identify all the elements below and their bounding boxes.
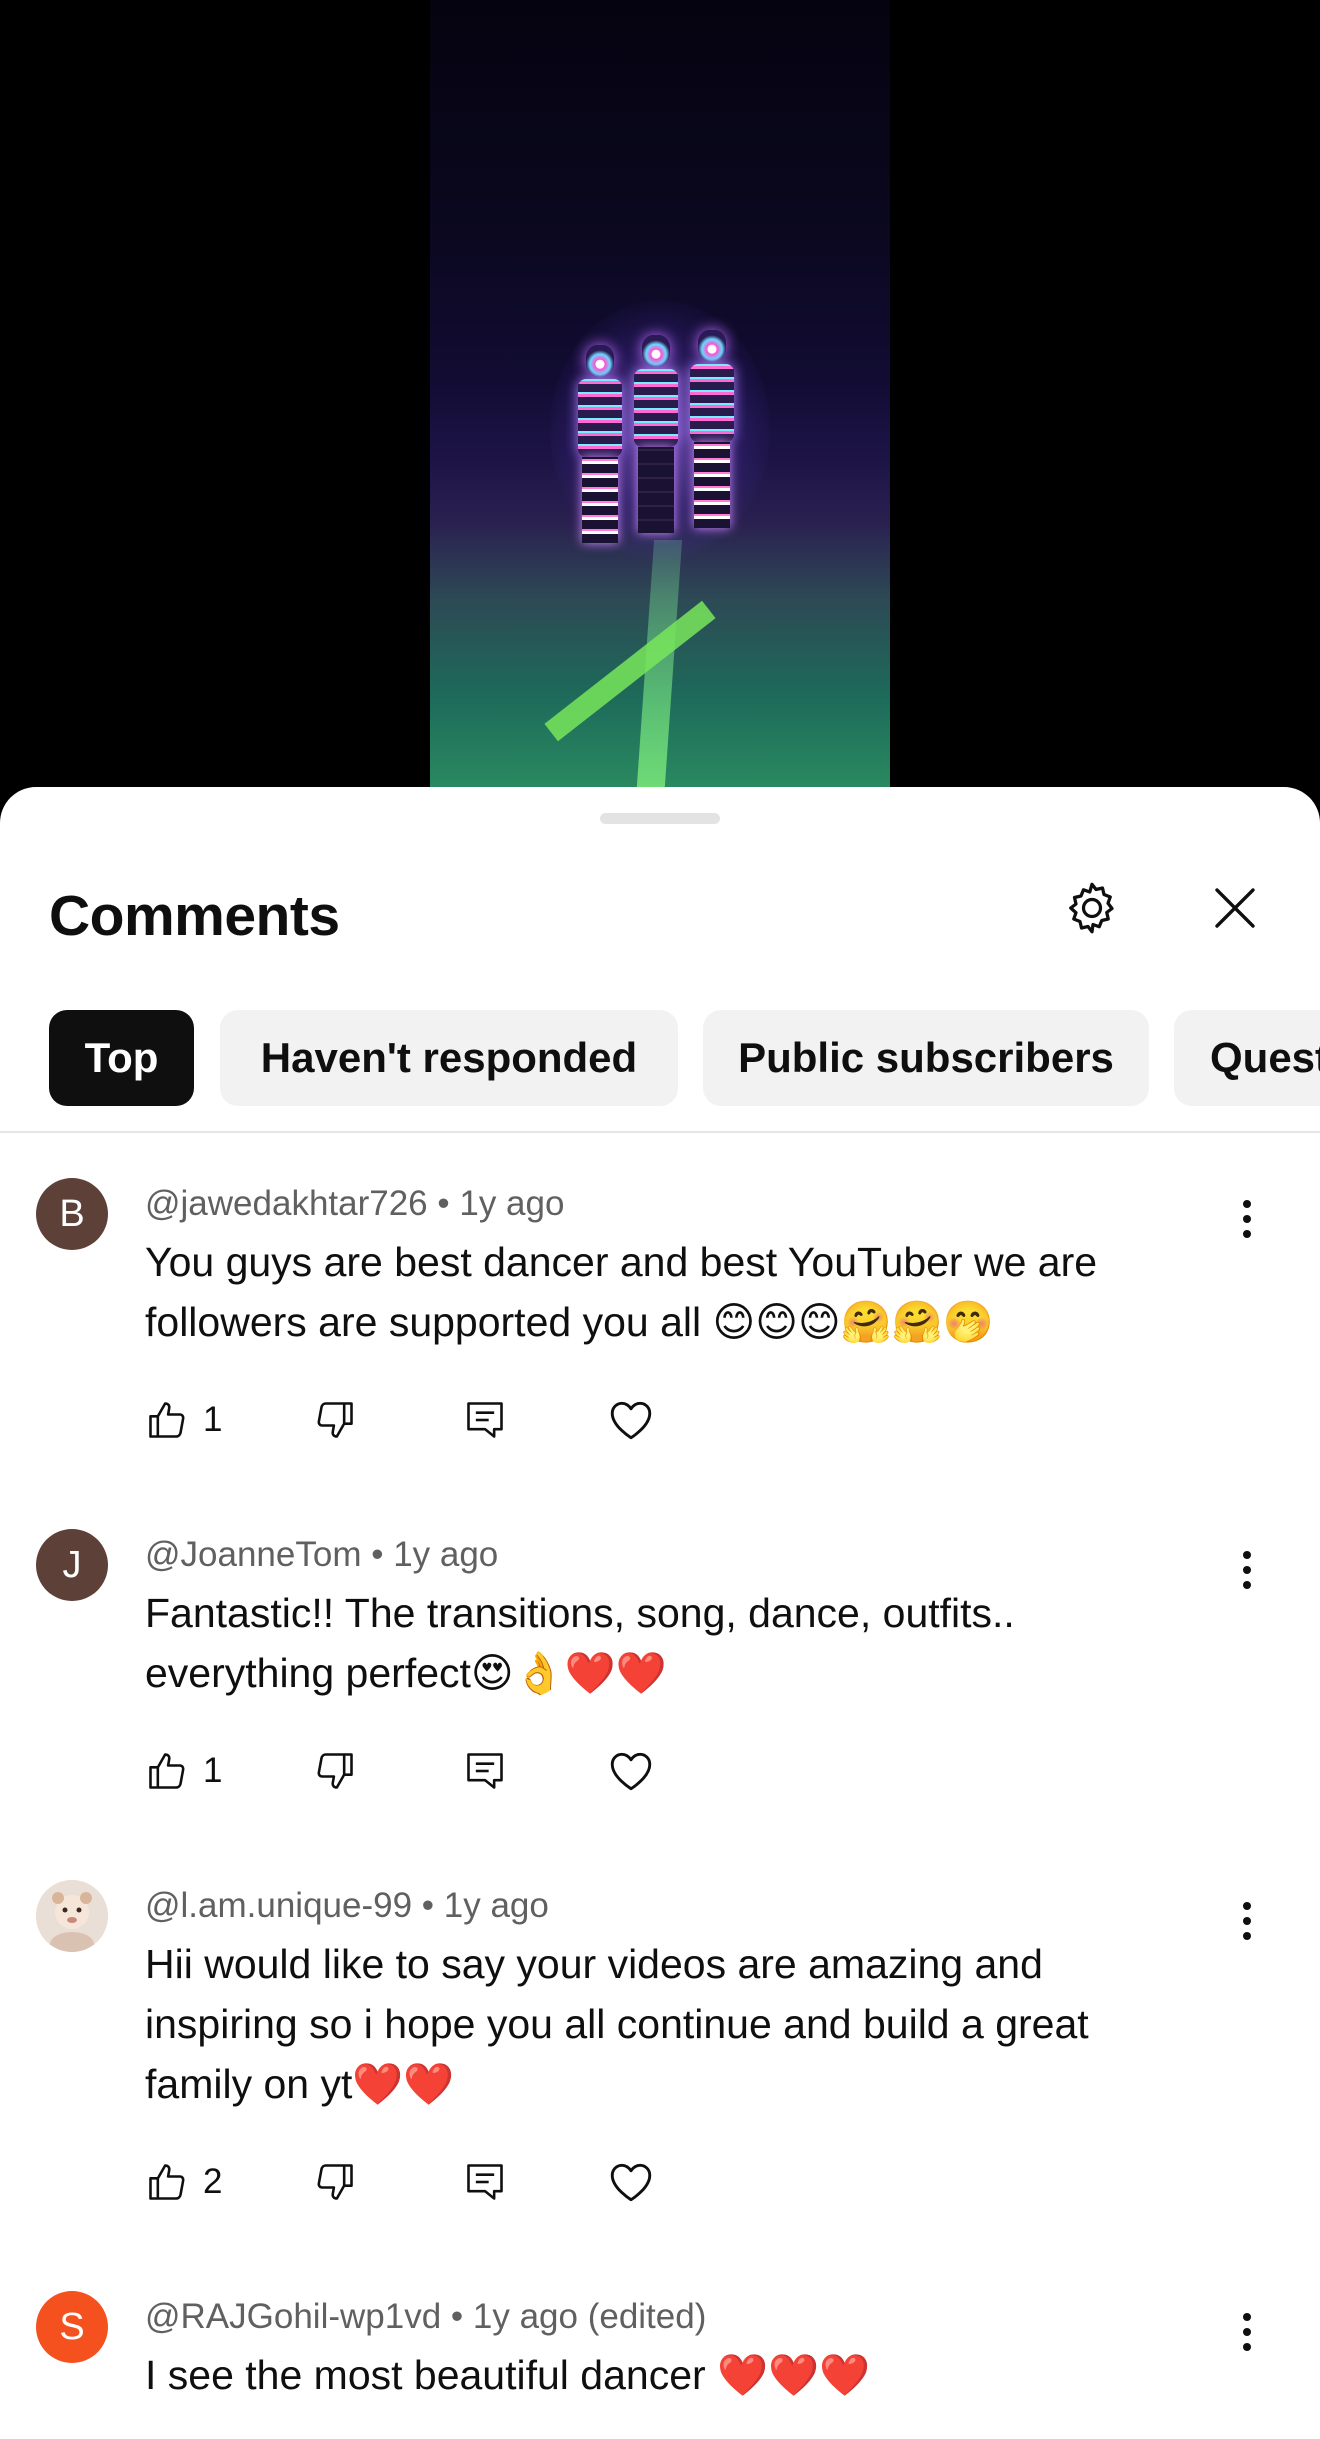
comment-meta: @RAJGohil-wp1vd • 1y ago (edited) (145, 2297, 707, 2336)
more-vert-icon (1243, 1551, 1251, 1589)
comment-meta: @l.am.unique-99 • 1y ago (145, 1886, 549, 1925)
comment-menu-button[interactable] (1225, 1545, 1269, 1595)
comments-title: Comments (49, 884, 340, 948)
comment-actions: 2 (145, 2152, 745, 2212)
comment-meta: @JoanneTom • 1y ago (145, 1535, 499, 1574)
dislike-button[interactable] (313, 1741, 357, 1801)
comment-text: I see the most beautiful dancer ❤️❤️❤️ (145, 2352, 871, 2398)
reply-icon (467, 1753, 503, 1789)
close-icon (1215, 888, 1255, 928)
thumb-down-icon (317, 1402, 353, 1438)
chips-divider (0, 1131, 1320, 1133)
settings-button[interactable] (1051, 867, 1133, 949)
comment-menu-button[interactable] (1225, 1896, 1269, 1946)
reply-icon (467, 2164, 503, 2200)
comment-actions: 1 (145, 1390, 745, 1450)
comment-text: Fantastic!! The transitions, song, dance… (145, 1590, 1015, 1696)
comment-time: 1y ago (edited) (472, 2297, 707, 2336)
thumb-up-icon (149, 1402, 185, 1438)
comment-actions: 1 (145, 1741, 745, 1801)
like-count: 1 (203, 1751, 223, 1790)
more-vert-icon (1243, 1200, 1251, 1238)
thumb-down-icon (317, 2164, 353, 2200)
led-dancer-left (572, 345, 628, 545)
comment-author[interactable]: @RAJGohil-wp1vd (145, 2297, 441, 2336)
like-count: 1 (203, 1400, 223, 1439)
video-frame[interactable] (430, 0, 890, 790)
avatar[interactable]: S (36, 2291, 108, 2363)
dislike-button[interactable] (313, 1390, 357, 1450)
heart-icon (610, 1401, 652, 1440)
heart-button[interactable] (606, 1741, 656, 1801)
comment-author[interactable]: @JoanneTom (145, 1535, 361, 1574)
comment-author[interactable]: @l.am.unique-99 (145, 1886, 412, 1925)
reply-icon (467, 1402, 503, 1438)
comment-menu-button[interactable] (1225, 1194, 1269, 1244)
like-count: 2 (203, 2162, 223, 2201)
thumb-down-icon (317, 1753, 353, 1789)
avatar-image (36, 1880, 108, 1952)
thumb-up-icon (149, 2164, 185, 2200)
more-vert-icon (1243, 1902, 1251, 1940)
heart-button[interactable] (606, 2152, 656, 2212)
like-button[interactable]: 1 (145, 1741, 222, 1801)
settings-icon (1069, 882, 1114, 934)
avatar[interactable]: B (36, 1178, 108, 1250)
heart-icon (610, 2163, 652, 2202)
comment-text: You guys are best dancer and best YouTub… (145, 1239, 1098, 1345)
reply-button[interactable] (463, 1390, 507, 1450)
chip-havent-responded[interactable]: Haven't responded (220, 1010, 678, 1106)
led-dancer-center (628, 335, 684, 535)
road-marking-diagonal (544, 600, 716, 742)
comment-time: 1y ago (393, 1535, 499, 1574)
avatar[interactable]: J (36, 1529, 108, 1601)
like-button[interactable]: 2 (145, 2152, 222, 2212)
comment-text: Hii would like to say your videos are am… (145, 1941, 1089, 2107)
dislike-button[interactable] (313, 2152, 357, 2212)
filter-chips: Top Haven't responded Public subscribers… (0, 1010, 1320, 1106)
like-button[interactable]: 1 (145, 1390, 222, 1450)
drag-handle[interactable] (600, 813, 720, 824)
avatar[interactable] (36, 1880, 108, 1952)
thumb-up-icon (149, 1753, 185, 1789)
more-vert-icon (1243, 2313, 1251, 2351)
chip-questions[interactable]: Questions (1174, 1010, 1320, 1106)
heart-icon (610, 1752, 652, 1791)
comments-sheet: Comments Top Haven't responded Public su… (0, 787, 1320, 2439)
led-dancer-right (684, 330, 740, 530)
reply-button[interactable] (463, 2152, 507, 2212)
reply-button[interactable] (463, 1741, 507, 1801)
chip-top[interactable]: Top (49, 1010, 194, 1106)
comment-menu-button[interactable] (1225, 2307, 1269, 2357)
chip-public-subscribers[interactable]: Public subscribers (703, 1010, 1149, 1106)
comment-time: 1y ago (443, 1886, 549, 1925)
close-button[interactable] (1194, 867, 1276, 949)
heart-button[interactable] (606, 1390, 656, 1450)
video-player[interactable] (0, 0, 1320, 800)
